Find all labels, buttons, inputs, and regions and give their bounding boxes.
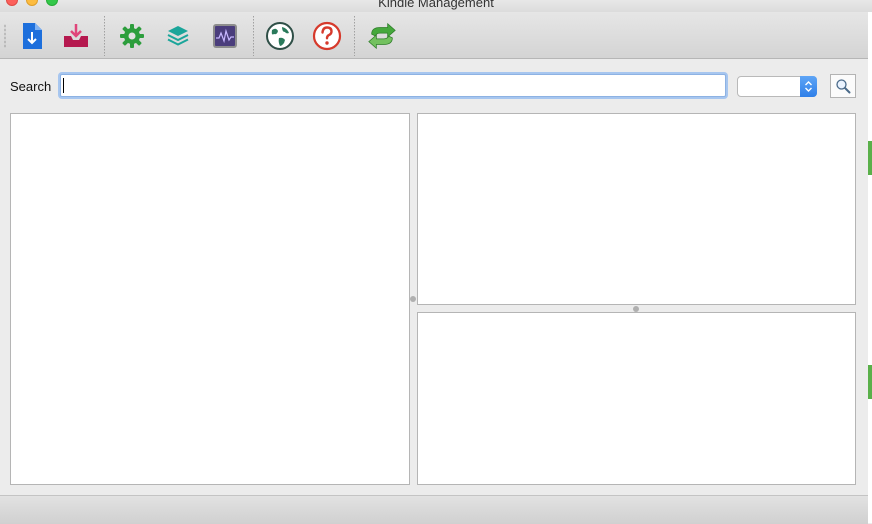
toolbar-separator — [104, 16, 105, 56]
layers-icon — [167, 26, 189, 46]
help-icon — [312, 21, 342, 51]
help-button[interactable] — [311, 20, 343, 52]
search-filter-select[interactable] — [737, 76, 817, 97]
text-caret — [63, 78, 64, 93]
preview-pane[interactable] — [417, 312, 856, 485]
chevron-up-down-icon — [805, 81, 812, 92]
main-toolbar — [0, 12, 868, 59]
settings-button[interactable] — [116, 20, 148, 52]
toolbar-separator — [354, 16, 355, 56]
details-pane[interactable] — [417, 113, 856, 305]
download-file-icon — [23, 23, 42, 49]
vertical-splitter-handle[interactable] — [410, 296, 416, 302]
background-window-accent — [868, 365, 872, 399]
select-stepper[interactable] — [800, 76, 817, 97]
search-input[interactable] — [60, 74, 726, 97]
activity-monitor-icon — [213, 24, 237, 48]
background-window-edge — [868, 12, 872, 523]
sync-button[interactable] — [366, 20, 398, 52]
toolbar-grip[interactable] — [4, 24, 6, 48]
activity-monitor-button[interactable] — [209, 20, 241, 52]
magnifier-icon — [836, 79, 851, 94]
import-inbox-button[interactable] — [60, 20, 92, 52]
search-button[interactable] — [830, 74, 856, 98]
download-file-button[interactable] — [16, 20, 48, 52]
background-window-accent — [868, 141, 872, 175]
toolbar-separator — [253, 16, 254, 56]
globe-icon — [266, 22, 294, 50]
window-titlebar: Kindle Management — [0, 0, 872, 12]
inbox-download-icon — [64, 24, 88, 47]
search-label: Search — [10, 79, 52, 94]
window-title: Kindle Management — [378, 0, 494, 10]
web-globe-button[interactable] — [264, 20, 296, 52]
gear-icon — [120, 24, 144, 48]
library-layers-button[interactable] — [162, 20, 194, 52]
book-list-pane[interactable] — [10, 113, 410, 485]
sync-icon — [368, 22, 396, 50]
status-bar — [0, 495, 868, 524]
